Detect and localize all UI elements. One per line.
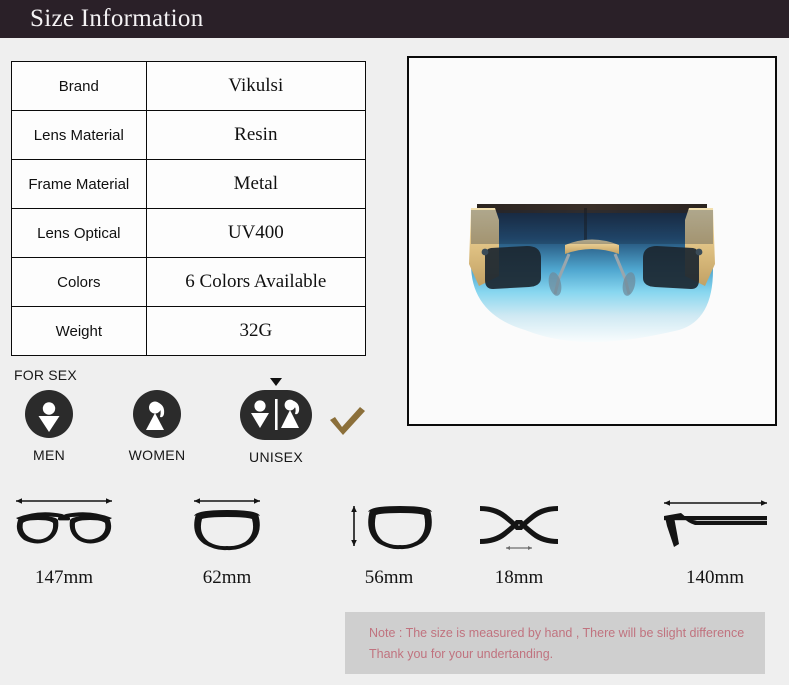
table-row: Frame Material Metal (11, 159, 367, 209)
specification-table: Brand Vikulsi Lens Material Resin Frame … (11, 61, 367, 356)
measurement-item: 18mm (466, 492, 572, 589)
sex-option-label: UNISEX (249, 449, 303, 465)
measurement-value: 147mm (34, 567, 94, 588)
measurement-item: 62mm (172, 492, 282, 589)
measurement-value: 56mm (364, 567, 414, 588)
frame-total-width-icon (16, 498, 112, 544)
check-mark-icon (330, 407, 365, 435)
measurement-diagrams: 147mm 62mm 56mm 18mm 140mm (0, 492, 789, 592)
lens-width-icon (194, 498, 260, 551)
spec-table-body: Brand Vikulsi Lens Material Resin Frame … (11, 61, 367, 356)
male-badge (25, 390, 73, 438)
sex-option-label: MEN (32, 447, 65, 463)
table-row: Lens Material Resin (11, 110, 367, 160)
bridge-width-icon (480, 506, 558, 550)
note-box: Note : The size is measured by hand , Th… (345, 612, 765, 674)
spec-label-cell: Lens Optical (11, 208, 147, 258)
spec-label-cell: Brand (11, 61, 147, 111)
sex-option-unisex[interactable]: UNISEX (231, 378, 321, 465)
spec-value-cell: 32G (145, 306, 367, 356)
spec-value-cell: UV400 (145, 208, 367, 258)
spec-label-cell: Lens Material (11, 110, 147, 160)
measurement-item: 147mm (8, 492, 120, 589)
unisex-badge (240, 378, 312, 440)
male-figure-icon (38, 402, 60, 432)
spec-value-cell: Metal (145, 159, 367, 209)
table-row: Brand Vikulsi (11, 61, 367, 111)
measurement-value: 18mm (494, 567, 544, 588)
lens-height-icon (351, 506, 432, 550)
female-figure-icon (146, 401, 165, 430)
spec-value-cell: 6 Colors Available (145, 257, 367, 307)
selection-pointer-icon (270, 378, 282, 386)
table-row: Lens Optical UV400 (11, 208, 367, 258)
measurement-value: 62mm (202, 567, 252, 588)
table-row: Colors 6 Colors Available (11, 257, 367, 307)
measurement-item: 56mm (334, 492, 444, 589)
measurement-item: 140mm (655, 492, 775, 589)
spec-label-cell: Colors (11, 257, 147, 307)
measurement-value: 140mm (685, 567, 745, 588)
table-row: Weight 32G (11, 306, 367, 356)
right-temple-arm (643, 246, 699, 289)
product-photo-frame (407, 56, 777, 426)
sunglasses-product-image (409, 58, 775, 424)
note-line-1: Note : The size is measured by hand , Th… (369, 626, 745, 640)
unisex-figures-icon (251, 399, 300, 430)
page-title: Size Information (30, 5, 204, 32)
spec-value-cell: Vikulsi (145, 61, 367, 111)
sex-option-men[interactable]: MEN (14, 390, 84, 463)
sex-option-women[interactable]: WOMEN (122, 390, 192, 463)
female-badge (133, 390, 181, 438)
spec-label-cell: Weight (11, 306, 147, 356)
left-temple-arm (485, 246, 541, 289)
spec-label-cell: Frame Material (11, 159, 147, 209)
sex-option-label: WOMEN (128, 447, 186, 463)
note-line-2: Thank you for your undertanding. (369, 647, 554, 661)
spec-value-cell: Resin (145, 110, 367, 160)
temple-length-icon (664, 500, 767, 547)
for-sex-section-label: FOR SEX (14, 367, 77, 383)
